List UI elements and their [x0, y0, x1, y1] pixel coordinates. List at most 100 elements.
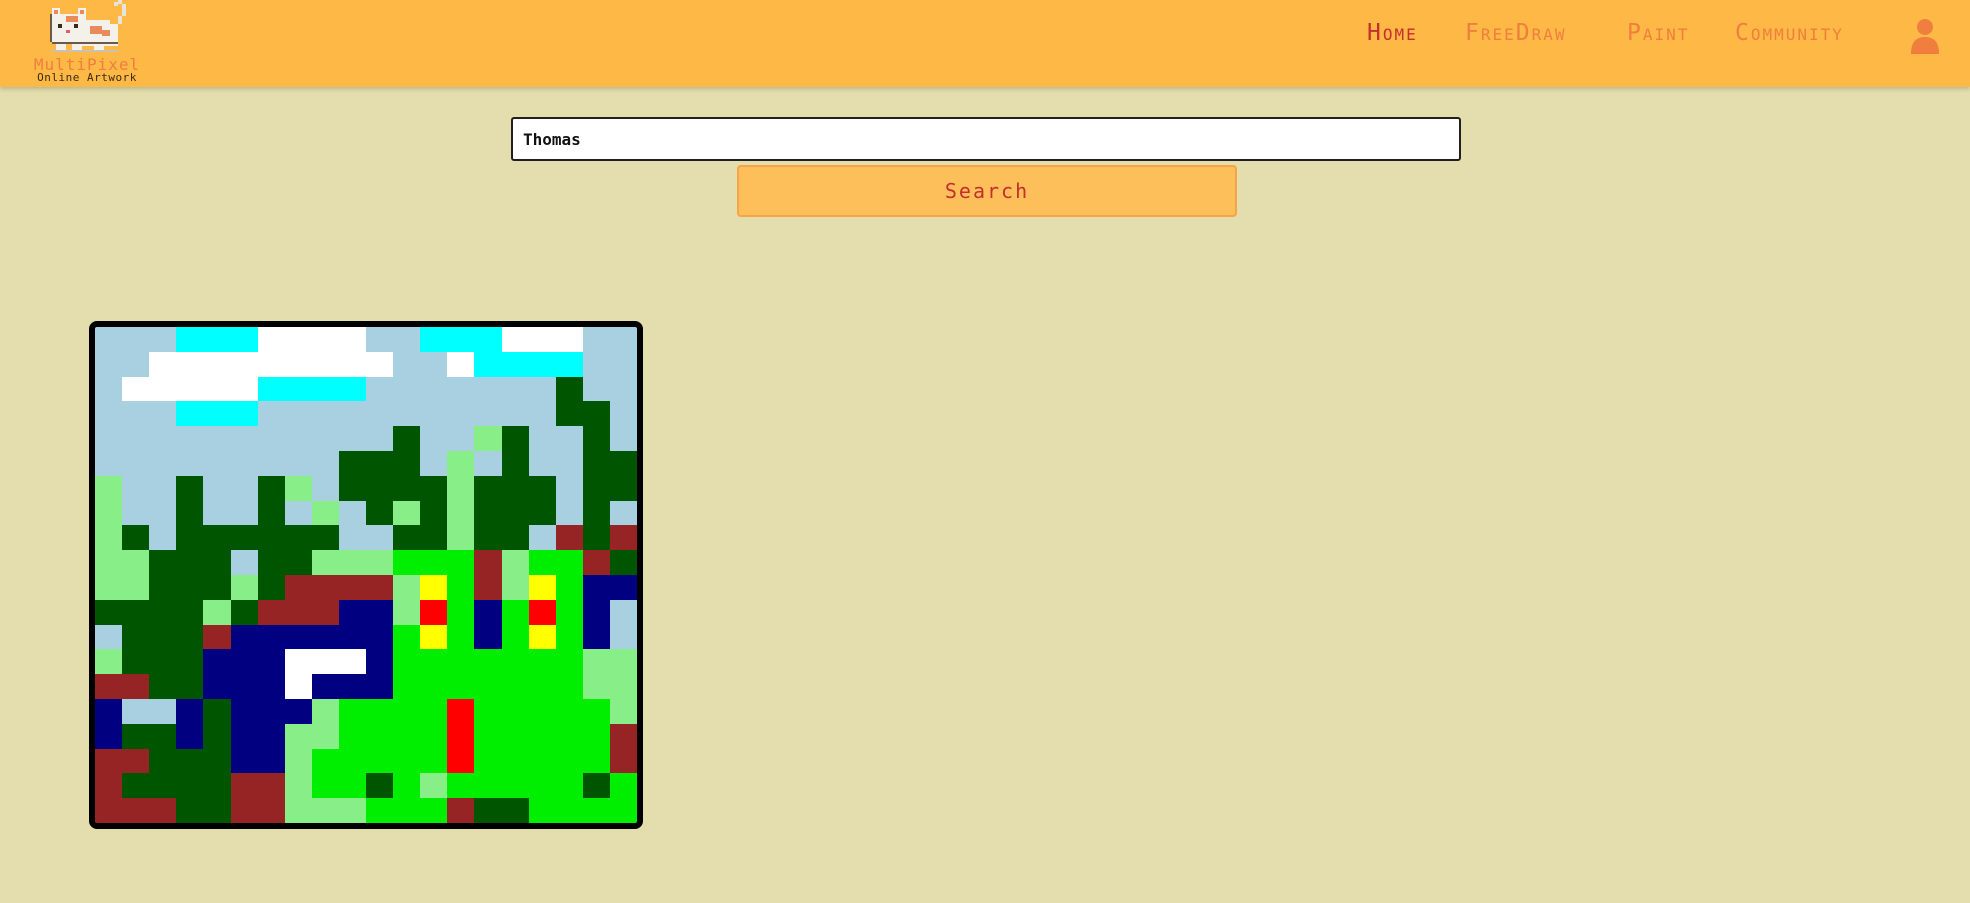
pixel: [609, 500, 637, 526]
pixel: [311, 500, 339, 526]
artwork-card[interactable]: [89, 321, 643, 829]
pixel: [203, 698, 231, 724]
pixel: [176, 674, 204, 699]
logo[interactable]: MultiPixel Online Artwork: [20, 0, 150, 87]
pixel: [582, 500, 610, 526]
pixel: [366, 376, 394, 402]
pixel: [555, 450, 583, 476]
pixel: [609, 599, 637, 625]
pixel: [528, 327, 556, 352]
pixel: [230, 624, 258, 650]
pixel: [555, 525, 583, 551]
pixel: [338, 500, 366, 526]
pixel: [149, 773, 177, 799]
pixel: [501, 698, 529, 724]
pixel: [122, 327, 150, 352]
pixel: [501, 674, 529, 699]
nav-freedraw[interactable]: FreeDraw: [1465, 20, 1567, 46]
pixel: [230, 550, 258, 575]
pixel: [609, 574, 637, 600]
user-profile-button[interactable]: [1910, 18, 1944, 54]
pixel: [176, 351, 204, 377]
pixel: [609, 674, 637, 699]
search-button[interactable]: Search: [737, 165, 1237, 217]
pixel: [474, 475, 502, 501]
pixel: [393, 748, 421, 774]
pixel: [609, 525, 637, 551]
pixel: [230, 773, 258, 799]
pixel: [257, 401, 285, 427]
pixel: [203, 773, 231, 799]
pixel: [149, 674, 177, 699]
pixel: [338, 574, 366, 600]
pixel: [257, 773, 285, 799]
pixel: [122, 450, 150, 476]
pixel: [203, 550, 231, 575]
pixel: [176, 624, 204, 650]
pixel: [366, 649, 394, 675]
pixel: [338, 698, 366, 724]
pixel: [311, 550, 339, 575]
pixel: [338, 426, 366, 451]
pixel: [284, 376, 312, 402]
pixel: [420, 426, 448, 451]
pixel: [284, 698, 312, 724]
pixel: [311, 674, 339, 699]
pixel: [257, 525, 285, 551]
pixel: [284, 574, 312, 600]
pixel: [501, 599, 529, 625]
pixel: [311, 649, 339, 675]
pixel: [582, 376, 610, 402]
pixel: [257, 649, 285, 675]
pixel: [474, 599, 502, 625]
pixel: [95, 550, 123, 575]
pixel: [338, 649, 366, 675]
pixel: [366, 798, 394, 823]
pixel: [284, 475, 312, 501]
pixel: [609, 723, 637, 749]
pixel: [366, 723, 394, 749]
pixel: [501, 574, 529, 600]
pixel: [338, 773, 366, 799]
pixel: [311, 599, 339, 625]
pixel: [122, 798, 150, 823]
pixel: [338, 550, 366, 575]
pixel: [609, 327, 637, 352]
pixel: [122, 624, 150, 650]
pixel: [582, 327, 610, 352]
pixel: [420, 500, 448, 526]
pixel: [528, 649, 556, 675]
pixel: [311, 798, 339, 823]
pixel: [528, 475, 556, 501]
pixel: [149, 574, 177, 600]
pixel: [176, 401, 204, 427]
pixel: [555, 599, 583, 625]
pixel: [203, 376, 231, 402]
pixel: [420, 327, 448, 352]
pixel: [447, 450, 475, 476]
pixel: [420, 773, 448, 799]
pixel: [501, 773, 529, 799]
pixel: [176, 798, 204, 823]
pixel: [582, 401, 610, 427]
pixel: [555, 574, 583, 600]
search-input[interactable]: [511, 117, 1461, 161]
pixel: [311, 351, 339, 377]
pixel: [582, 550, 610, 575]
pixel: [528, 574, 556, 600]
nav-paint[interactable]: Paint: [1627, 20, 1689, 46]
pixel: [230, 599, 258, 625]
pixel: [555, 798, 583, 823]
pixel: [149, 798, 177, 823]
pixel: [474, 748, 502, 774]
nav-community[interactable]: Community: [1735, 20, 1844, 46]
pixel: [474, 376, 502, 402]
pixel: [528, 599, 556, 625]
pixel: [122, 525, 150, 551]
nav-home[interactable]: Home: [1367, 20, 1418, 46]
pixel: [95, 500, 123, 526]
pixel: [609, 450, 637, 476]
pixel: [311, 773, 339, 799]
pixel: [149, 426, 177, 451]
pixel: [122, 773, 150, 799]
